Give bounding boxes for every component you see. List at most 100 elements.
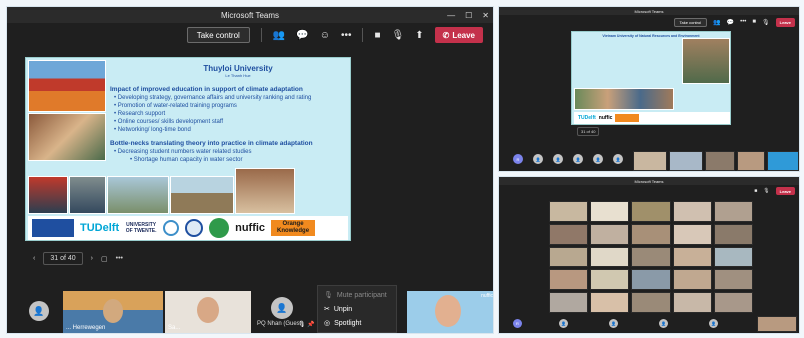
participant-tile[interactable] bbox=[713, 223, 753, 245]
participant-tile[interactable] bbox=[713, 201, 753, 222]
participant-tile[interactable] bbox=[705, 151, 735, 171]
participant-tile[interactable] bbox=[590, 201, 630, 222]
unpin-menu-item[interactable]: ✂ Unpin bbox=[318, 302, 396, 316]
more-options-icon[interactable]: ••• bbox=[341, 30, 352, 41]
next-slide-icon[interactable]: › bbox=[91, 255, 93, 262]
leave-label: Leave bbox=[452, 30, 475, 40]
participant-tile[interactable] bbox=[631, 201, 671, 222]
avatar[interactable]: 👤 bbox=[271, 297, 293, 319]
menu-item-label: Mute participant bbox=[336, 291, 387, 299]
mic-muted-icon[interactable]: 🎙 bbox=[763, 188, 769, 194]
participant-tile[interactable] bbox=[713, 292, 753, 313]
mic-muted-icon[interactable]: 🎙 bbox=[392, 30, 405, 41]
participants-icon[interactable]: 👥 bbox=[273, 30, 285, 41]
participant-tile[interactable] bbox=[669, 151, 703, 171]
avatar[interactable]: 👤 bbox=[659, 319, 668, 328]
participant-tile[interactable] bbox=[767, 151, 799, 171]
participant-tile[interactable]: ... Herrewegen bbox=[63, 291, 163, 333]
participant-tile[interactable] bbox=[590, 246, 630, 268]
close-icon[interactable]: ✕ bbox=[482, 11, 489, 20]
participant-tile[interactable] bbox=[737, 151, 765, 171]
chat-icon[interactable]: 💬 bbox=[727, 19, 734, 26]
partner-seal-logo bbox=[185, 219, 204, 237]
mic-muted-icon[interactable]: 🎙 bbox=[762, 19, 770, 26]
chat-icon[interactable]: 💬 bbox=[296, 30, 308, 41]
nuffic-logo: nuffic bbox=[598, 115, 613, 121]
slide-photo-4 bbox=[69, 176, 106, 214]
partner-logos: TUDelft nuffic bbox=[574, 112, 730, 124]
participant-tile[interactable] bbox=[672, 223, 712, 245]
participant-name: Sa... bbox=[168, 325, 181, 331]
avatar[interactable]: 👤 bbox=[553, 154, 563, 164]
mute-participant-menu-item[interactable]: 🎙 Mute participant bbox=[318, 288, 396, 302]
orange-knowledge-logo bbox=[615, 114, 640, 122]
avatar[interactable]: R bbox=[513, 154, 523, 164]
take-control-button[interactable]: Take control bbox=[673, 17, 708, 27]
participant-tile[interactable] bbox=[672, 201, 712, 222]
camera-icon[interactable]: ■ bbox=[752, 19, 756, 25]
share-icon[interactable]: ⬆ bbox=[415, 30, 423, 41]
slide-bullet: • Developing strategy, governance affair… bbox=[114, 95, 312, 101]
avatar[interactable]: 👤 bbox=[533, 154, 543, 164]
participant-tile[interactable] bbox=[631, 269, 671, 291]
leave-button[interactable]: ✆ Leave bbox=[434, 27, 483, 43]
participant-tile[interactable] bbox=[672, 246, 712, 268]
pin-icon[interactable]: 📌 bbox=[307, 321, 314, 328]
participant-strip: R 👤 👤 👤 👤 bbox=[499, 315, 799, 333]
camera-icon[interactable]: ■ bbox=[374, 30, 380, 41]
partner-seal-logo bbox=[209, 218, 230, 238]
participant-tile[interactable] bbox=[633, 151, 667, 171]
take-control-button[interactable]: Take control bbox=[186, 27, 250, 43]
participants-icon[interactable]: 👥 bbox=[713, 19, 720, 26]
participant-tile[interactable]: nuffic bbox=[407, 291, 493, 333]
avatar[interactable]: 👤 bbox=[29, 301, 49, 321]
participant-tile[interactable] bbox=[549, 223, 589, 245]
more-options-icon[interactable]: ••• bbox=[116, 255, 123, 262]
slide-counter: 31 of 40 bbox=[43, 252, 83, 265]
minimize-icon[interactable]: — bbox=[447, 11, 455, 20]
leave-button[interactable]: Leave bbox=[775, 17, 795, 27]
camera-icon[interactable]: ■ bbox=[754, 188, 757, 194]
avatar[interactable]: 👤 bbox=[573, 154, 583, 164]
slide-subtitle: Le Thanh Hue bbox=[225, 73, 251, 78]
participant-tile[interactable] bbox=[549, 201, 589, 222]
bullet-text: Decreasing student numbers water related… bbox=[117, 149, 252, 155]
participant-tile[interactable] bbox=[631, 292, 671, 313]
participant-tile[interactable] bbox=[590, 223, 630, 245]
title-bar: Microsoft Teams bbox=[499, 177, 799, 185]
participant-tile[interactable] bbox=[713, 246, 753, 268]
avatar[interactable]: 👤 bbox=[609, 319, 618, 328]
window-title: Microsoft Teams bbox=[634, 178, 664, 184]
slide-photo-5 bbox=[107, 176, 169, 214]
reactions-icon[interactable]: ☺ bbox=[320, 30, 330, 41]
leave-button[interactable]: Leave bbox=[775, 187, 795, 195]
bullet-text: Shortage human capacity in water sector bbox=[133, 157, 243, 163]
participant-tile[interactable] bbox=[549, 269, 589, 291]
avatar[interactable]: 👤 bbox=[613, 154, 623, 164]
participant-tile[interactable] bbox=[757, 316, 797, 332]
avatar[interactable]: 👤 bbox=[709, 319, 718, 328]
avatar[interactable]: 👤 bbox=[593, 154, 603, 164]
participant-tile[interactable] bbox=[549, 292, 589, 313]
window-controls: — ☐ ✕ bbox=[447, 7, 489, 23]
participant-tile[interactable] bbox=[672, 292, 712, 313]
mic-muted-icon: 🎙 bbox=[298, 322, 306, 328]
divider bbox=[362, 28, 364, 42]
participant-tile[interactable] bbox=[590, 292, 630, 313]
more-options-icon[interactable]: ••• bbox=[740, 19, 746, 25]
tudelft-logo: TUDelft bbox=[578, 115, 596, 121]
avatar[interactable]: R bbox=[513, 319, 522, 328]
avatar[interactable]: 👤 bbox=[559, 319, 568, 328]
participant-tile[interactable] bbox=[631, 223, 671, 245]
participant-tile[interactable] bbox=[713, 269, 753, 291]
participant-tile[interactable]: Sa... bbox=[165, 291, 251, 333]
spotlight-menu-item[interactable]: ◎ Spotlight bbox=[318, 316, 396, 330]
participant-tile[interactable] bbox=[631, 246, 671, 268]
previous-slide-icon[interactable]: ‹ bbox=[33, 255, 35, 262]
maximize-icon[interactable]: ☐ bbox=[465, 11, 472, 20]
participant-tile[interactable] bbox=[672, 269, 712, 291]
slides-grid-icon[interactable]: ▢ bbox=[101, 255, 108, 263]
participant-tile[interactable] bbox=[549, 246, 589, 268]
participant-tile[interactable] bbox=[590, 269, 630, 291]
participant-strip: R 👤 👤 👤 👤 👤 bbox=[499, 149, 799, 171]
